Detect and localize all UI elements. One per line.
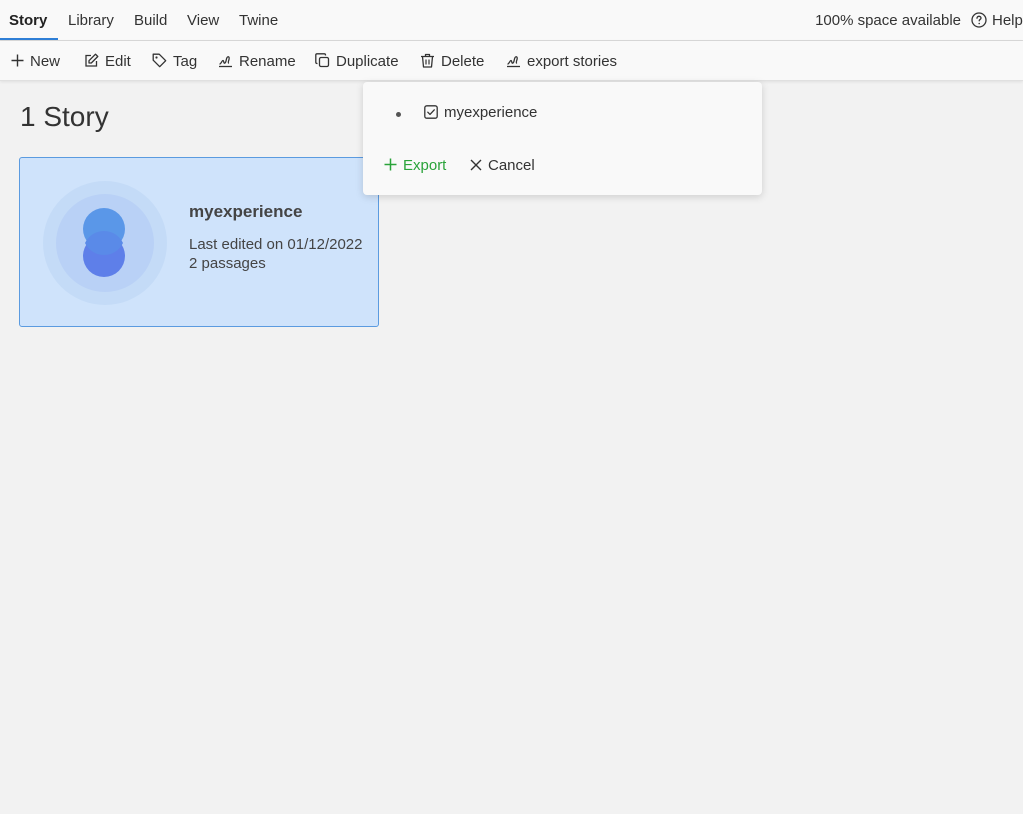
- plus-icon: [11, 54, 24, 67]
- edit-button[interactable]: Edit: [84, 41, 131, 81]
- delete-button[interactable]: Delete: [420, 41, 484, 81]
- export-story-checkbox-item[interactable]: myexperience: [424, 103, 537, 123]
- export-stories-label: export stories: [527, 53, 618, 70]
- help-icon: [971, 11, 987, 28]
- rename-button[interactable]: Rename: [218, 41, 296, 81]
- rename-label: Rename: [239, 53, 296, 70]
- page-title: 1 Story: [20, 101, 109, 132]
- story-title: myexperience: [189, 202, 303, 221]
- signature-icon: [219, 56, 232, 68]
- help-label: Help: [992, 12, 1023, 29]
- twine-app: Story Library Build View Twine 100% spac…: [0, 0, 1023, 814]
- help-button[interactable]: Help: [971, 0, 1023, 41]
- new-label: New: [30, 53, 61, 70]
- new-button[interactable]: New: [11, 41, 60, 81]
- list-bullet: [396, 112, 401, 117]
- export-label: Export: [403, 157, 447, 174]
- tab-view[interactable]: View: [187, 0, 219, 40]
- story-last-edited: Last edited on 01/12/2022: [189, 236, 363, 253]
- close-icon: [470, 159, 482, 171]
- story-preview-graphic: [43, 181, 167, 305]
- tag-button[interactable]: Tag: [152, 41, 197, 81]
- export-stories-button[interactable]: export stories: [506, 41, 617, 81]
- storage-status: 100% space available: [815, 12, 961, 29]
- export-button[interactable]: Export: [384, 156, 446, 176]
- story-card[interactable]: myexperience Last edited on 01/12/2022 2…: [19, 157, 379, 327]
- story-meta: Last edited on 01/12/2022 2 passages: [189, 235, 362, 273]
- tag-label: Tag: [173, 53, 198, 70]
- pencil-icon: [85, 53, 99, 67]
- export-story-label: myexperience: [444, 104, 538, 121]
- signature-icon: [507, 56, 520, 68]
- delete-label: Delete: [441, 53, 485, 70]
- export-popover: myexperience Export Cancel: [363, 82, 762, 195]
- trash-icon: [421, 53, 434, 68]
- duplicate-label: Duplicate: [336, 53, 399, 70]
- cancel-label: Cancel: [488, 157, 535, 174]
- story-toolbar: New Edit Tag Rename Duplicate Delete exp…: [0, 41, 1023, 81]
- active-tab-indicator: [0, 38, 58, 40]
- top-tab-bar: Story Library Build View Twine 100% spac…: [0, 0, 1023, 41]
- tab-twine[interactable]: Twine: [239, 0, 278, 40]
- tab-library[interactable]: Library: [68, 0, 114, 40]
- edit-label: Edit: [105, 53, 131, 70]
- duplicate-button[interactable]: Duplicate: [315, 41, 399, 81]
- plus-icon: [384, 158, 397, 171]
- tab-story[interactable]: Story: [9, 0, 47, 40]
- checked-checkbox-icon: [424, 104, 438, 119]
- tag-icon: [152, 53, 167, 68]
- story-passage-count: 2 passages: [189, 255, 266, 272]
- copy-icon: [315, 53, 330, 68]
- cancel-button[interactable]: Cancel: [470, 156, 535, 176]
- tab-build[interactable]: Build: [134, 0, 167, 40]
